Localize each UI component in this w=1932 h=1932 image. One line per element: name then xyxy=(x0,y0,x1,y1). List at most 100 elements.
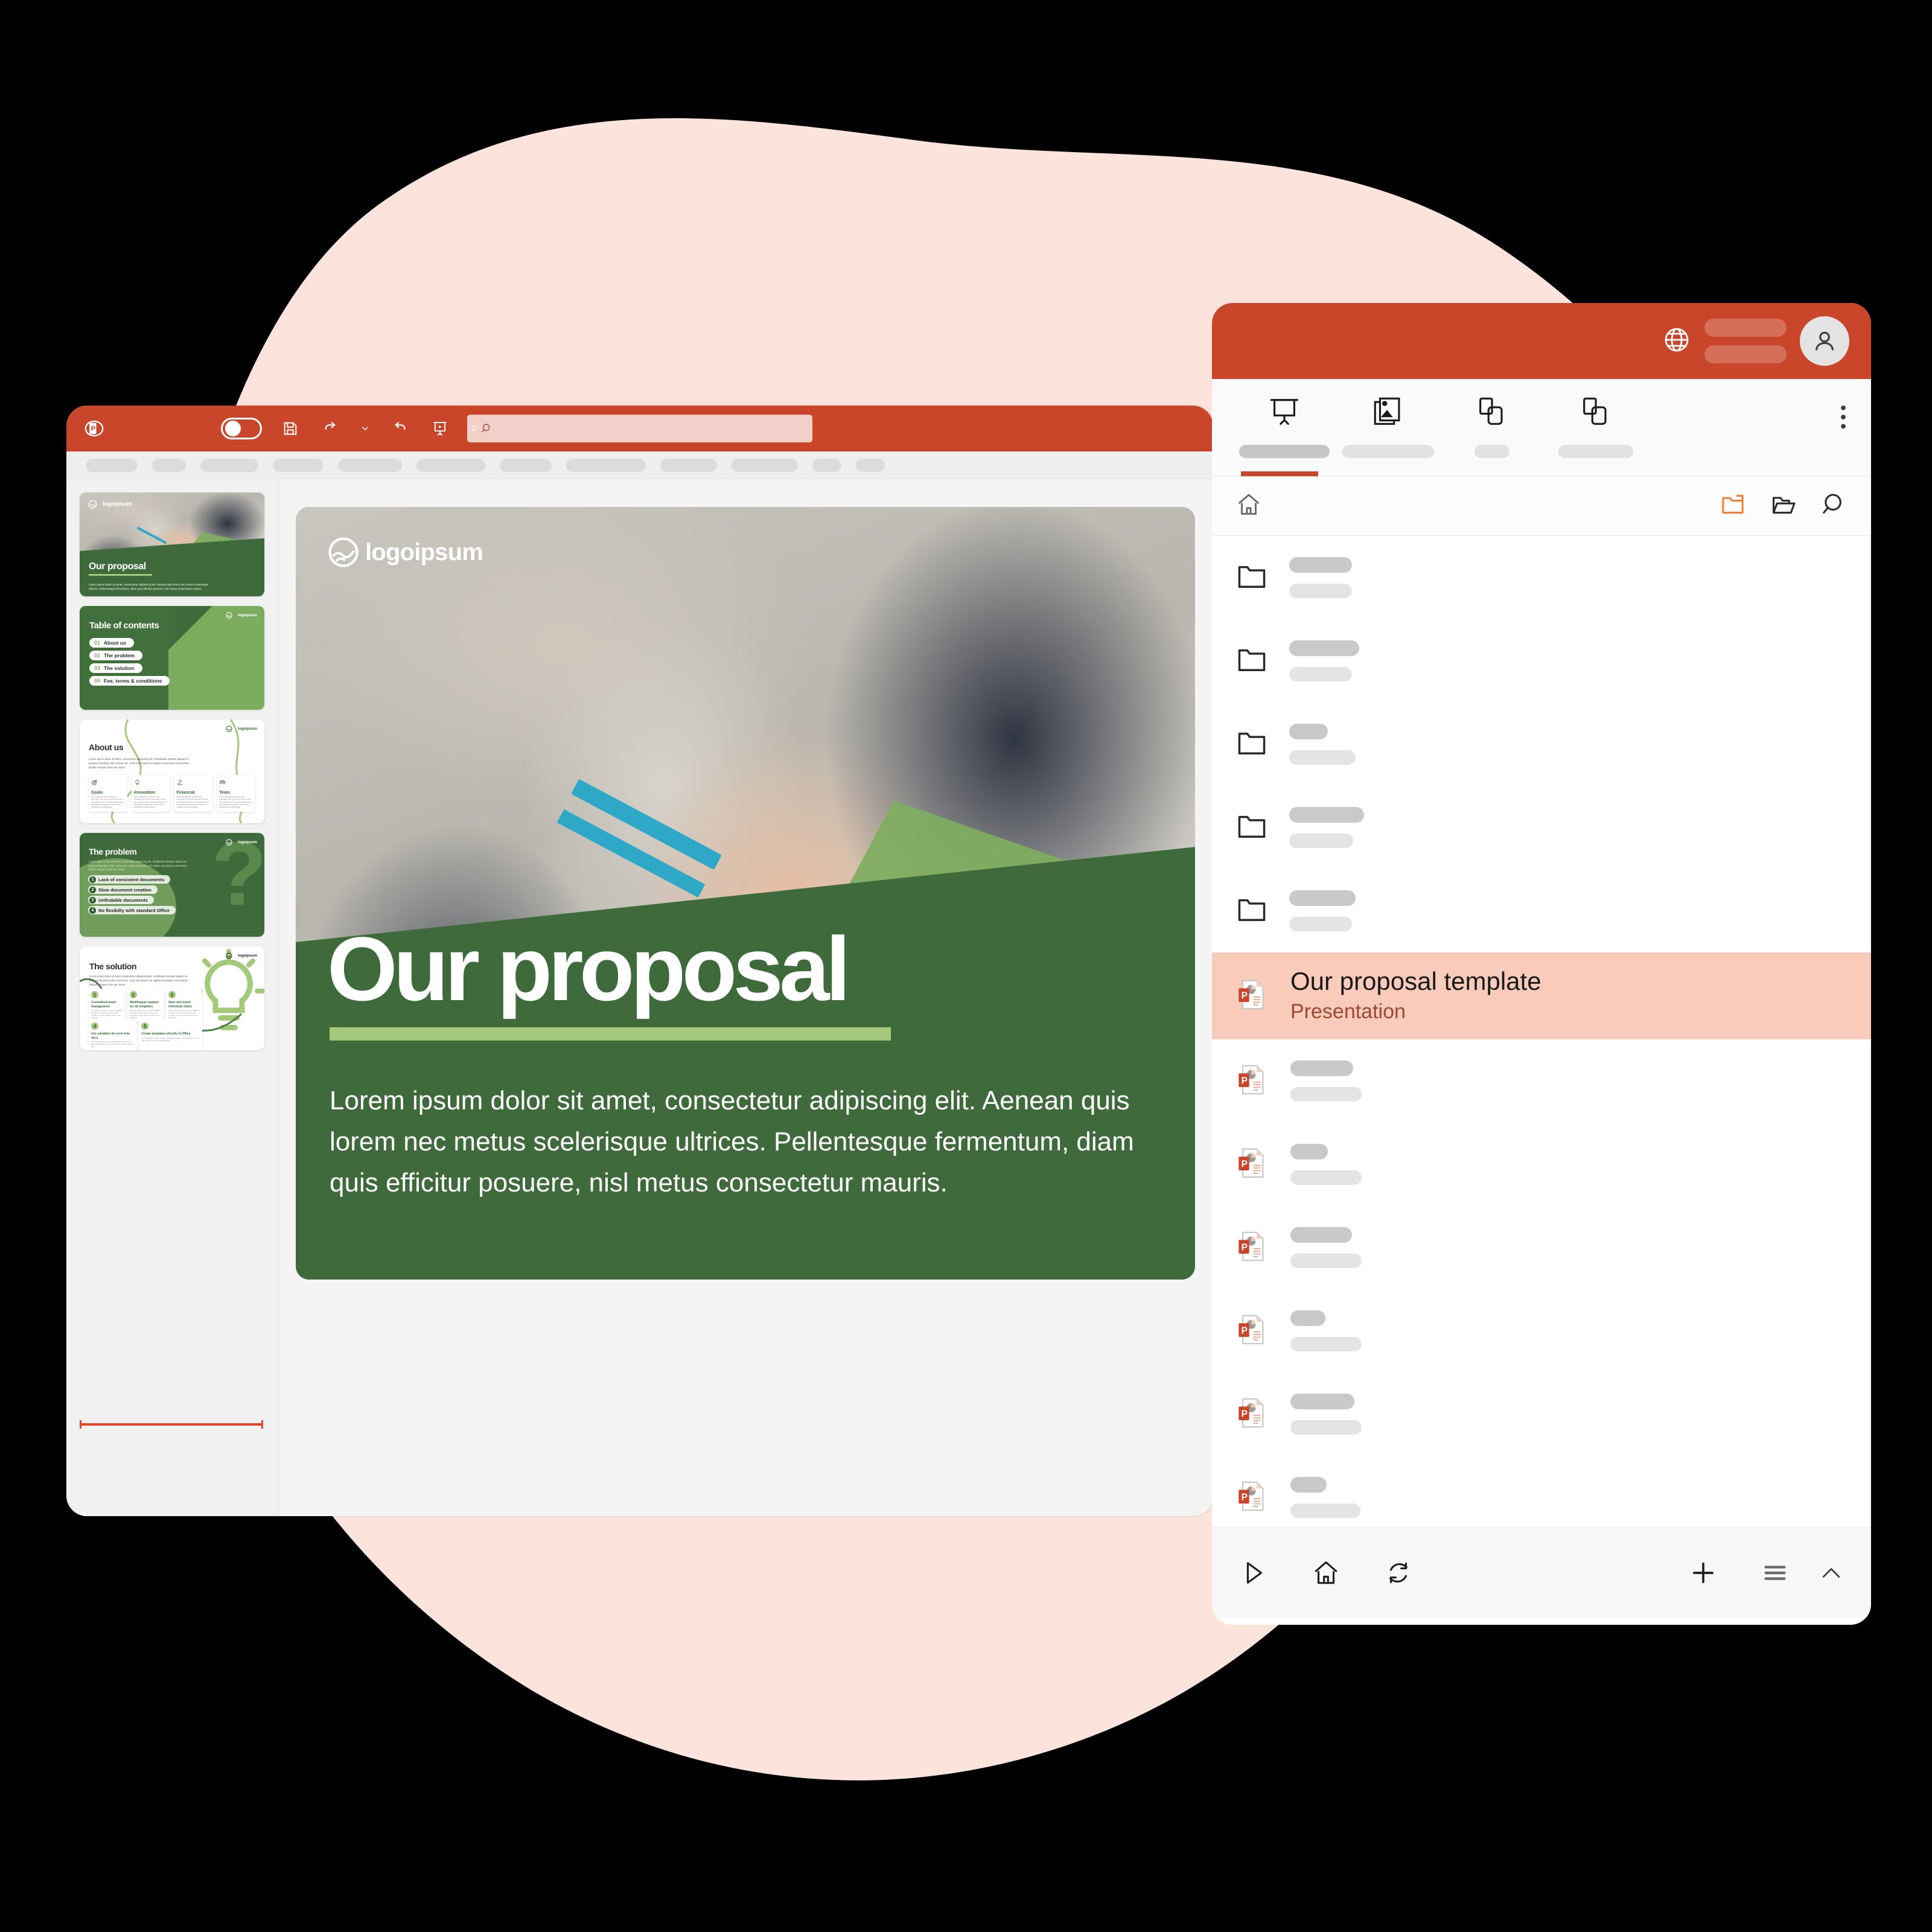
file-browser-list[interactable]: P Our proposal template Presentation P P… xyxy=(1212,536,1871,1527)
search-icon xyxy=(480,422,494,435)
solution-card-title: Use variables for error-free docs xyxy=(91,1032,130,1040)
list-item[interactable]: P xyxy=(1212,1039,1871,1123)
tab-images[interactable] xyxy=(1336,395,1440,458)
list-item[interactable] xyxy=(1212,786,1871,869)
slide-thumbnail-1[interactable]: logoipsum Our proposal Lorem ipsum dolor… xyxy=(80,493,264,596)
about-card[interactable]: Goals Donec sollicitudin felis sit amet … xyxy=(89,775,127,812)
ribbon-tab[interactable] xyxy=(856,458,885,472)
list-item[interactable] xyxy=(1212,703,1871,786)
tab-copy-slide[interactable] xyxy=(1440,395,1544,458)
ribbon-tab[interactable] xyxy=(273,458,324,472)
list-item[interactable] xyxy=(1212,536,1871,619)
home-icon[interactable] xyxy=(1235,491,1263,521)
toc-item[interactable]: 02 The problem xyxy=(89,651,143,660)
user-avatar-icon[interactable] xyxy=(1800,316,1849,366)
present-icon[interactable] xyxy=(427,416,453,441)
solution-number: 2 xyxy=(130,991,137,998)
solution-card-title: Save and insert individual slides xyxy=(168,1001,192,1009)
ribbon-tab[interactable] xyxy=(338,458,402,472)
problem-label: Slow document creation xyxy=(98,887,151,893)
slide-logo: logoipsum xyxy=(327,536,483,569)
svg-text:P: P xyxy=(1242,1076,1248,1086)
slide-title: About us xyxy=(89,742,124,752)
editor-body: logoipsum Our proposal Lorem ipsum dolor… xyxy=(66,479,1213,1516)
toc-item[interactable]: 01 About us xyxy=(89,638,134,648)
toc-item[interactable]: 03 The solution xyxy=(89,663,142,673)
solution-card[interactable]: 4 Use variables for error-free docs Lore… xyxy=(89,1020,137,1050)
list-item[interactable]: P xyxy=(1212,1456,1871,1527)
redo-icon[interactable] xyxy=(386,416,412,441)
svg-text:P: P xyxy=(1242,1159,1248,1169)
slide-logo: logoipsum xyxy=(226,725,257,732)
slide-thumbnail-5[interactable]: logoipsum The solution Lorem ipsum dolor… xyxy=(80,946,264,1050)
list-item[interactable]: P xyxy=(1212,1123,1871,1206)
thumbnail-scrollbar[interactable] xyxy=(80,1420,263,1429)
slide-thumbnail-3[interactable]: logoipsum About us Lorem ipsum dolor sit… xyxy=(80,719,264,823)
problem-item[interactable]: 2 Slow document creation xyxy=(88,885,158,894)
home-icon[interactable] xyxy=(1311,1558,1341,1588)
powerpoint-file-icon: P xyxy=(1235,1479,1270,1517)
slide-thumbnail-panel[interactable]: logoipsum Our proposal Lorem ipsum dolor… xyxy=(66,479,279,1516)
item-placeholder xyxy=(1289,724,1356,765)
plus-icon[interactable] xyxy=(1688,1557,1719,1589)
chevron-up-icon[interactable] xyxy=(1818,1560,1844,1586)
chevron-down-icon[interactable] xyxy=(360,416,371,441)
search-icon[interactable] xyxy=(1820,491,1848,521)
ribbon-tab[interactable] xyxy=(86,458,138,472)
tab-label xyxy=(1342,445,1434,458)
new-folder-icon[interactable] xyxy=(1719,491,1747,521)
ribbon-tab[interactable] xyxy=(152,458,186,472)
ribbon-tab[interactable] xyxy=(566,458,646,472)
search-box[interactable] xyxy=(467,415,812,442)
solution-card[interactable]: 3 Save and insert individual slides Lore… xyxy=(166,989,202,1022)
about-card[interactable]: Innovation Donec sollicitudin felis sit … xyxy=(131,775,170,812)
problem-number: 3 xyxy=(89,896,96,904)
problem-item[interactable]: 4 No flexibilty with standard Office xyxy=(88,906,176,914)
solution-card[interactable]: 1 Centralized asset management Lorem ips… xyxy=(89,989,125,1022)
tab-present[interactable] xyxy=(1232,395,1336,458)
about-card-body: Donec sollicitudin felis sit amet semper… xyxy=(91,796,125,808)
play-icon[interactable] xyxy=(1239,1558,1269,1588)
slide-body: Lorem ipsum dolor sit amet, consectetur … xyxy=(89,975,188,986)
solution-number: 3 xyxy=(168,991,176,998)
ribbon-tab[interactable] xyxy=(732,458,798,472)
list-item[interactable]: P xyxy=(1212,1289,1871,1372)
slide-canvas-area[interactable]: logoipsum Our proposal Lorem ipsum dolor… xyxy=(279,479,1213,1516)
current-slide[interactable]: logoipsum Our proposal Lorem ipsum dolor… xyxy=(296,507,1195,1280)
autosave-toggle[interactable] xyxy=(221,418,262,439)
slide-title: Our proposal xyxy=(89,561,146,572)
ribbon-tab[interactable] xyxy=(500,458,552,472)
ribbon-tab[interactable] xyxy=(812,458,841,472)
search-input[interactable] xyxy=(501,422,742,435)
save-icon[interactable] xyxy=(278,416,303,441)
refresh-icon[interactable] xyxy=(1383,1558,1414,1588)
problem-item[interactable]: 1 Lack of consistent documents xyxy=(88,875,171,884)
solution-card[interactable]: 2 Multilingual support for all templates… xyxy=(127,989,164,1022)
tab-duplicate-slide[interactable] xyxy=(1544,395,1648,458)
ribbon-tab[interactable] xyxy=(416,458,485,472)
more-vertical-icon[interactable] xyxy=(1840,395,1851,434)
item-placeholder xyxy=(1290,1227,1362,1268)
about-card-title: Team xyxy=(219,791,231,795)
list-item[interactable] xyxy=(1212,619,1871,703)
hamburger-menu-icon[interactable] xyxy=(1761,1559,1789,1587)
problem-item[interactable]: 3 Unfindable documents xyxy=(88,896,154,904)
list-item[interactable]: P xyxy=(1212,1372,1871,1456)
slide-thumbnail-2[interactable]: logoipsum Table of contents 01 About us … xyxy=(80,606,264,710)
ribbon-tab[interactable] xyxy=(660,458,717,472)
solution-card[interactable]: 5 Create templates directly in Office Lo… xyxy=(139,1020,202,1050)
slide-thumbnail-4[interactable]: ? logoipsum The problem Lorem ipsum dolo… xyxy=(80,833,264,937)
slide-body: Lorem ipsum dolor sit amet, consectetur … xyxy=(89,582,209,590)
undo-icon[interactable] xyxy=(319,416,344,441)
header-pill xyxy=(1704,345,1787,363)
tab-label xyxy=(1239,445,1330,458)
open-folder-icon[interactable] xyxy=(1770,491,1797,521)
list-item[interactable] xyxy=(1212,869,1871,952)
list-item-selected[interactable]: P Our proposal template Presentation xyxy=(1212,952,1871,1039)
globe-icon[interactable] xyxy=(1662,325,1691,357)
list-item[interactable]: P xyxy=(1212,1206,1871,1289)
about-card[interactable]: Financial Donec sollicitudin felis sit a… xyxy=(174,775,213,812)
ribbon-tab[interactable] xyxy=(200,458,258,472)
toc-item[interactable]: 04 Fee, terms & conditions xyxy=(89,676,170,686)
about-card[interactable]: Team Donec sollicitudin felis sit amet s… xyxy=(217,775,255,812)
